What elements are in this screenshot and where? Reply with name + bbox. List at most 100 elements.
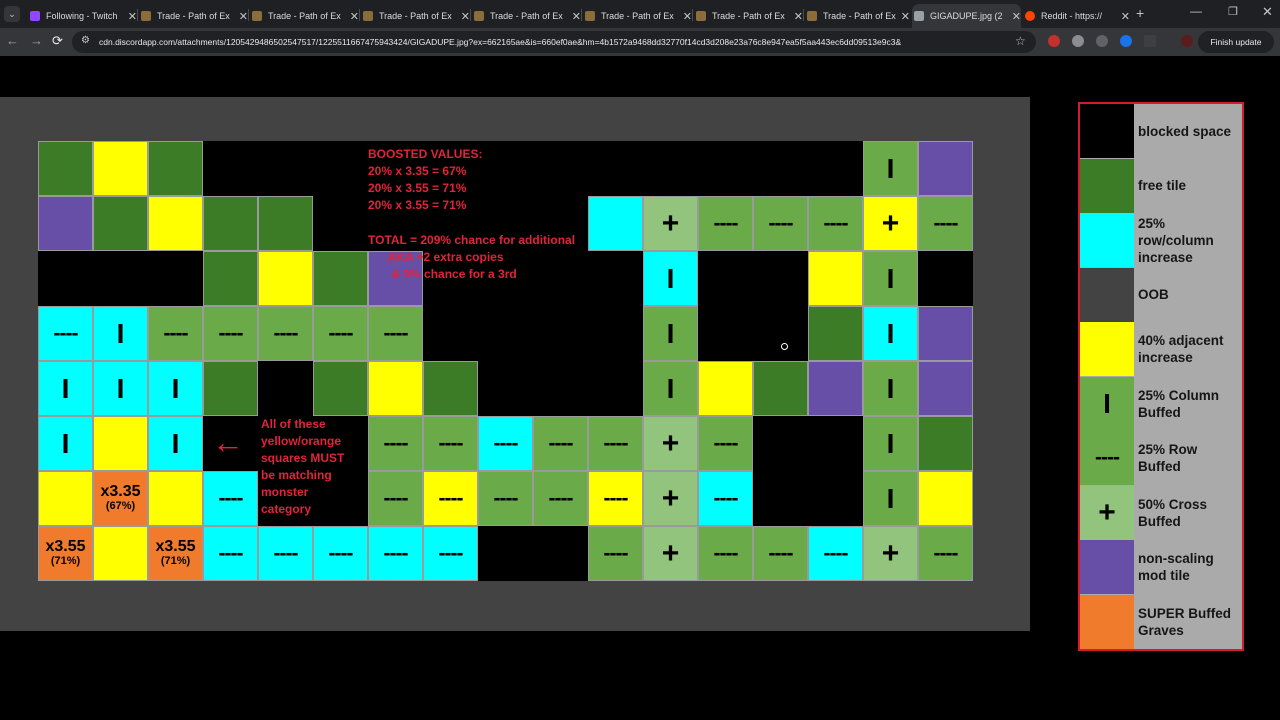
finish-update-button[interactable]: Finish update xyxy=(1198,31,1274,53)
forward-icon[interactable]: → xyxy=(30,33,43,48)
non-scaling-tile xyxy=(38,196,93,251)
browser-tab[interactable]: Trade - Path of Ex ✕ xyxy=(139,4,248,28)
blocked-tile xyxy=(588,141,643,196)
tab-close-icon[interactable]: ✕ xyxy=(1121,10,1130,23)
free-tile xyxy=(918,416,973,471)
blocked-tile xyxy=(808,416,863,471)
tab-close-icon[interactable]: ✕ xyxy=(128,10,137,23)
adjacent-increase-tile xyxy=(148,196,203,251)
tab-close-icon[interactable]: ✕ xyxy=(901,10,910,23)
extension-icon[interactable] xyxy=(1072,35,1084,47)
tab-title: Trade - Path of Ex xyxy=(268,11,341,21)
blocked-tile xyxy=(423,306,478,361)
site-info-icon[interactable]: ⚙ xyxy=(81,35,90,46)
restore-button[interactable]: ❐ xyxy=(1228,5,1238,18)
tab-close-icon[interactable]: ✕ xyxy=(794,10,803,23)
legend-label: OOB xyxy=(1138,287,1169,303)
legend-label: 50% Cross Buffed xyxy=(1138,496,1208,529)
browser-tab[interactable]: Following - Twitch ✕ xyxy=(28,4,137,28)
adjacent-increase-tile xyxy=(808,251,863,306)
column-buffed-tile: I xyxy=(643,306,698,361)
tab-title: Trade - Path of Ex xyxy=(601,11,674,21)
legend-swatch xyxy=(1080,267,1134,322)
row-column-increase-tile: ---- xyxy=(313,526,368,581)
row-buffed-tile: ---- xyxy=(698,196,753,251)
browser-tab[interactable]: Trade - Path of Ex ✕ xyxy=(250,4,359,28)
row-column-increase-tile xyxy=(588,196,643,251)
legend-label: 40% adjacent increase xyxy=(1138,333,1224,366)
browser-tab[interactable]: GIGADUPE.jpg (2 ✕ xyxy=(912,4,1021,28)
legend-panel: blocked space free tile 25% row/column inc… xyxy=(1078,102,1244,651)
multiplier-value: x3.55 xyxy=(155,538,196,556)
tab-close-icon[interactable]: ✕ xyxy=(683,10,692,23)
free-tile xyxy=(93,196,148,251)
row-column-increase-tile: ---- xyxy=(808,526,863,581)
cross-buffed-tile: + xyxy=(643,526,698,581)
blocked-tile xyxy=(698,306,753,361)
extension-icon[interactable] xyxy=(1096,35,1108,47)
adjacent-increase-tile xyxy=(368,361,423,416)
cross-buffed-tile: + xyxy=(643,416,698,471)
browser-tab[interactable]: Trade - Path of Ex ✕ xyxy=(583,4,692,28)
blocked-tile xyxy=(148,251,203,306)
image-icon xyxy=(914,11,924,21)
total-chance-note: TOTAL = 209% chance for additional AKA +… xyxy=(368,233,576,281)
free-tile xyxy=(808,306,863,361)
minimize-button[interactable]: — xyxy=(1190,4,1202,18)
column-buffed-tile: I xyxy=(863,251,918,306)
blocked-tile xyxy=(478,361,533,416)
browser-tab[interactable]: Trade - Path of Ex ✕ xyxy=(805,4,910,28)
row-buffed-tile: ---- xyxy=(368,471,423,526)
new-tab-button[interactable]: + xyxy=(1136,5,1144,21)
reload-icon[interactable]: ⟳ xyxy=(52,33,63,49)
arrow-icon: ← xyxy=(212,424,244,460)
adjacent-increase-tile xyxy=(38,471,93,526)
column-buffed-tile: I xyxy=(863,361,918,416)
extensions-puzzle-icon[interactable] xyxy=(1144,35,1156,47)
tab-close-icon[interactable]: ✕ xyxy=(1012,10,1021,23)
row-buffed-tile: ---- xyxy=(698,526,753,581)
tab-close-icon[interactable]: ✕ xyxy=(350,10,359,23)
tab-title: Trade - Path of Ex xyxy=(490,11,563,21)
multiplier-percent: (71%) xyxy=(160,555,191,568)
adjacent-increase-tile xyxy=(698,361,753,416)
row-buffed-tile: ---- xyxy=(533,416,588,471)
blocked-tile xyxy=(313,196,368,251)
browser-tab[interactable]: Trade - Path of Ex ✕ xyxy=(361,4,470,28)
tab-separator xyxy=(581,9,582,21)
extension-icon[interactable] xyxy=(1048,35,1060,47)
tab-search-button[interactable]: ⌄ xyxy=(4,6,20,22)
multiplier-percent: (71%) xyxy=(50,555,81,568)
browser-tab[interactable]: Trade - Path of Ex ✕ xyxy=(694,4,803,28)
matching-category-note: All of these yellow/orange squares MUST … xyxy=(261,417,345,516)
extension-icon[interactable] xyxy=(1120,35,1132,47)
adjacent-increase-tile xyxy=(93,141,148,196)
row-buffed-tile: ---- xyxy=(808,196,863,251)
tab-separator xyxy=(470,9,471,21)
back-icon[interactable]: ← xyxy=(6,33,19,48)
super-buffed-grave-tile: x3.55 (71%) xyxy=(38,526,93,581)
blocked-tile xyxy=(753,471,808,526)
free-tile xyxy=(313,361,368,416)
profile-avatar[interactable] xyxy=(1181,35,1193,47)
cross-buffed-tile: + xyxy=(643,471,698,526)
browser-tab[interactable]: Trade - Path of Ex ✕ xyxy=(472,4,581,28)
legend-label: 25% row/column increase xyxy=(1138,215,1214,265)
address-bar[interactable]: ⚙ cdn.discordapp.com/attachments/1205429… xyxy=(72,31,1036,53)
column-buffed-tile: I xyxy=(863,471,918,526)
blocked-tile xyxy=(753,306,808,361)
legend-item: I 25% Column Buffed xyxy=(1080,376,1242,432)
blocked-tile xyxy=(808,141,863,196)
tab-close-icon[interactable]: ✕ xyxy=(239,10,248,23)
row-buffed-tile: ---- xyxy=(148,306,203,361)
blocked-tile xyxy=(478,306,533,361)
bookmark-star-icon[interactable]: ☆ xyxy=(1015,34,1026,48)
row-buffed-tile: ---- xyxy=(368,306,423,361)
row-buffed-tile: ---- xyxy=(313,306,368,361)
close-window-button[interactable]: ✕ xyxy=(1262,4,1273,20)
legend-swatch xyxy=(1080,322,1134,377)
tab-close-icon[interactable]: ✕ xyxy=(572,10,581,23)
browser-tab[interactable]: Reddit - https:// ✕ xyxy=(1023,4,1130,28)
tab-close-icon[interactable]: ✕ xyxy=(461,10,470,23)
free-tile xyxy=(148,141,203,196)
